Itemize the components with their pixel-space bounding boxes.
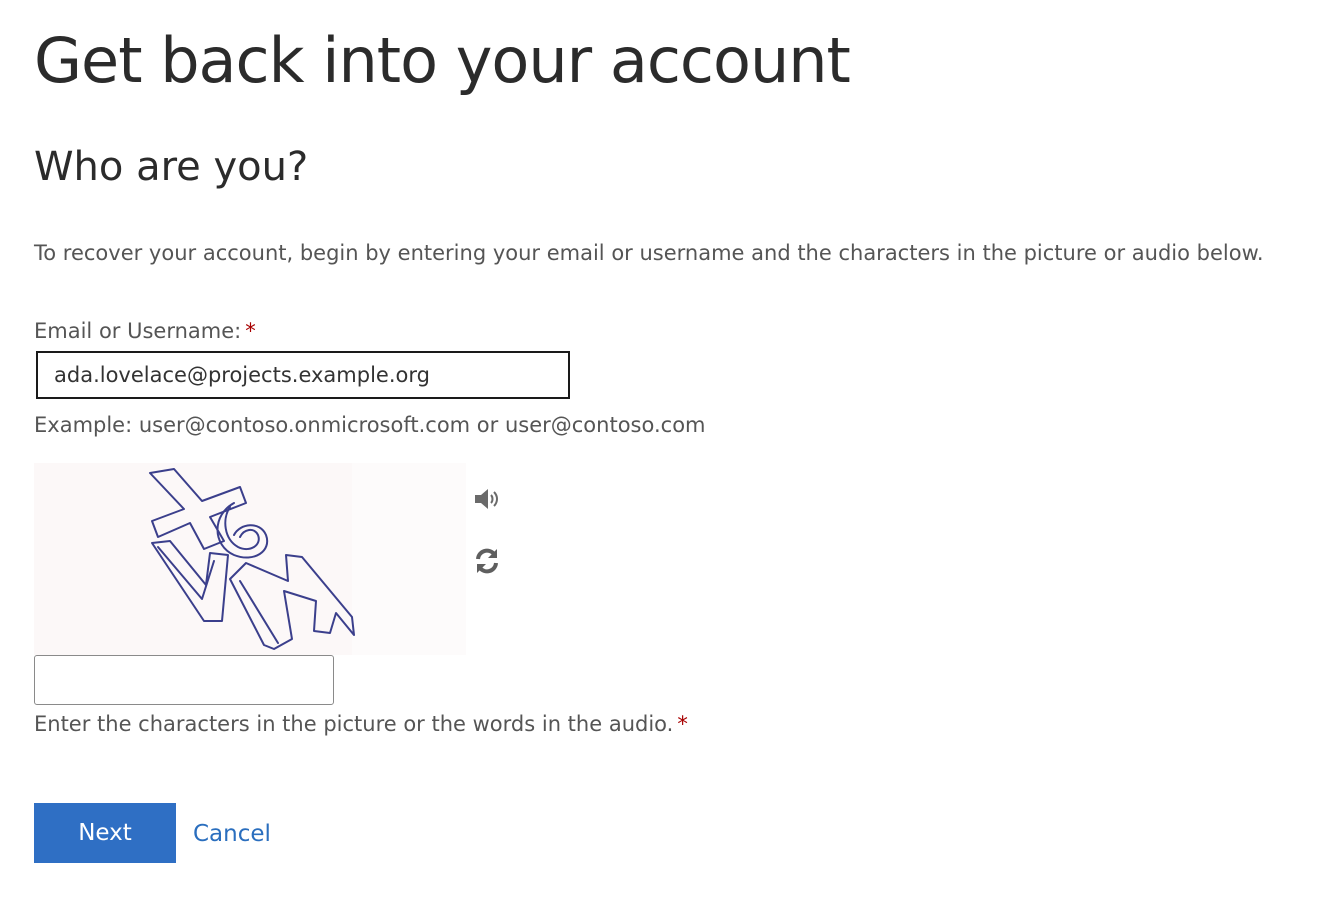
email-field-label: Email or Username: *: [34, 316, 256, 346]
email-label-text: Email or Username:: [34, 319, 242, 343]
captcha-image: [34, 463, 466, 655]
next-button[interactable]: Next: [34, 803, 176, 863]
account-recovery-page: Get back into your account Who are you? …: [0, 0, 1318, 904]
speaker-icon[interactable]: [472, 484, 502, 514]
instructions-text: To recover your account, begin by enteri…: [34, 241, 1264, 265]
required-marker: *: [677, 712, 688, 736]
page-title: Get back into your account: [34, 24, 851, 97]
refresh-icon[interactable]: [472, 546, 502, 576]
required-marker: *: [245, 319, 256, 343]
cancel-link[interactable]: Cancel: [193, 819, 271, 849]
email-example-text: Example: user@contoso.onmicrosoft.com or…: [34, 413, 706, 437]
captcha-hint: Enter the characters in the picture or t…: [34, 709, 688, 739]
captcha-hint-text: Enter the characters in the picture or t…: [34, 712, 674, 736]
email-input[interactable]: [36, 351, 570, 399]
section-title: Who are you?: [34, 144, 309, 190]
captcha-input[interactable]: [34, 655, 334, 705]
